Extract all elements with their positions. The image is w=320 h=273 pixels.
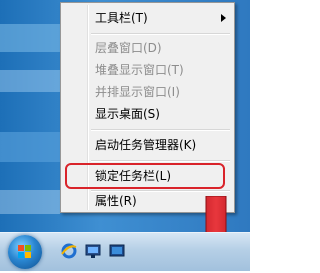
menu-item-side-by-side-windows[interactable]: 并排显示窗口(I) — [89, 81, 228, 103]
wallpaper-stripe — [0, 70, 60, 92]
wallpaper-stripe — [0, 190, 60, 214]
menu-item-cascade-windows[interactable]: 层叠窗口(D) — [89, 37, 228, 59]
taskbar[interactable] — [0, 232, 250, 271]
menu-item-label: 显示桌面(S) — [95, 107, 160, 121]
menu-item-label: 锁定任务栏(L) — [95, 169, 172, 183]
show-desktop-icon[interactable] — [108, 242, 126, 260]
menu-item-stack-windows[interactable]: 堆叠显示窗口(T) — [89, 59, 228, 81]
menu-item-label: 属性(R) — [95, 194, 137, 208]
taskbar-context-menu: 工具栏(T) 层叠窗口(D) 堆叠显示窗口(T) 并排显示窗口(I) 显示桌面(… — [60, 2, 235, 213]
menu-item-toolbars[interactable]: 工具栏(T) — [89, 7, 228, 29]
menu-item-label: 启动任务管理器(K) — [95, 138, 197, 152]
menu-separator — [91, 33, 230, 35]
menu-item-label: 层叠窗口(D) — [95, 41, 162, 55]
windows-start-orb[interactable] — [8, 235, 42, 269]
menu-item-start-task-manager[interactable]: 启动任务管理器(K) — [89, 134, 228, 156]
menu-item-label: 并排显示窗口(I) — [95, 85, 180, 99]
menu-item-lock-taskbar[interactable]: 锁定任务栏(L) — [89, 165, 228, 187]
menu-item-label: 堆叠显示窗口(T) — [95, 63, 184, 77]
windows-logo-icon — [18, 245, 31, 258]
menu-item-show-desktop[interactable]: 显示桌面(S) — [89, 103, 228, 125]
wallpaper-stripe — [0, 24, 60, 52]
wallpaper-stripe — [0, 132, 60, 162]
menu-separator — [91, 160, 230, 162]
menu-item-label: 工具栏(T) — [95, 11, 148, 25]
network-icon[interactable] — [84, 242, 102, 260]
menu-separator — [91, 129, 230, 131]
internet-explorer-icon[interactable] — [60, 242, 78, 260]
submenu-arrow-icon — [221, 14, 226, 22]
